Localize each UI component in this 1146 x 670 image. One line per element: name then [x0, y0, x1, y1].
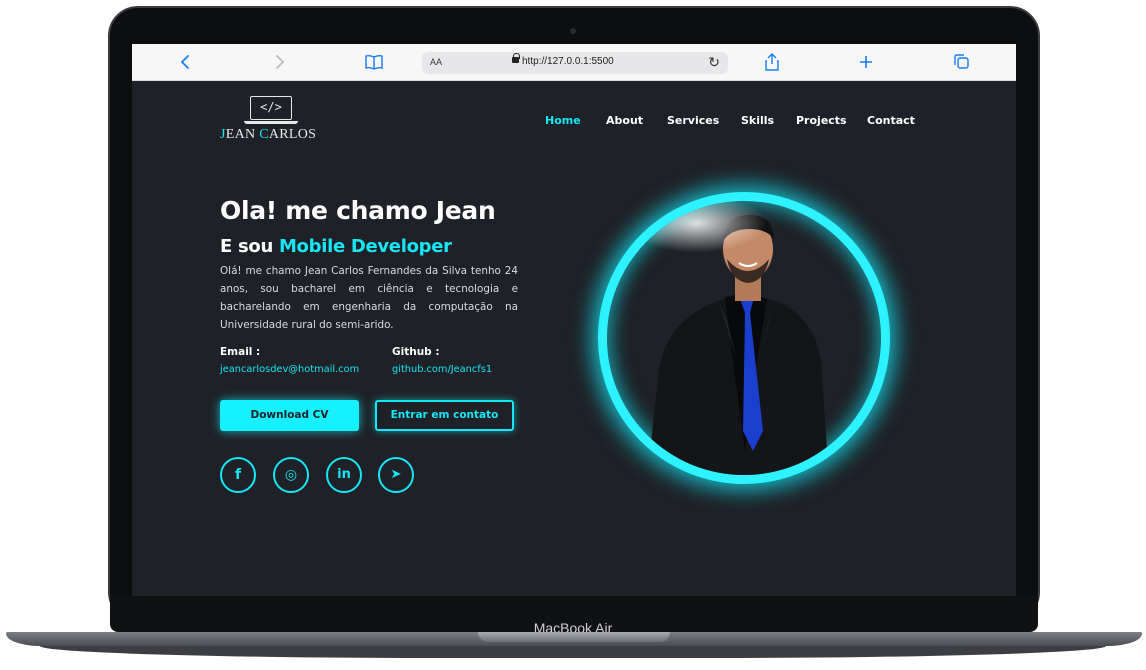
share-icon[interactable]	[760, 52, 784, 72]
nav-about[interactable]: About	[606, 114, 643, 127]
bookmarks-icon[interactable]	[362, 52, 386, 72]
hero-title: Ola! me chamo Jean	[220, 196, 496, 225]
tabs-overview-icon[interactable]	[949, 52, 973, 72]
code-icon: </>	[250, 96, 292, 120]
reload-icon[interactable]: ↻	[708, 54, 720, 71]
email-label: Email :	[220, 346, 261, 358]
laptop-base-shadow	[40, 646, 1106, 658]
nav-skills[interactable]: Skills	[741, 114, 774, 127]
github-value[interactable]: github.com/Jeancfs1	[392, 364, 492, 375]
camera-dot	[570, 28, 576, 34]
browser-toolbar: AA http://127.0.0.1:5500 ↻	[132, 44, 1016, 81]
person-illustration	[647, 215, 829, 475]
download-cv-button[interactable]: Download CV	[220, 400, 359, 431]
nav-contact[interactable]: Contact	[867, 114, 915, 127]
linkedin-icon[interactable]: in	[326, 457, 362, 493]
logo-name: JEAN CARLOS	[220, 127, 317, 142]
telegram-icon[interactable]: ➤	[378, 457, 414, 493]
instagram-icon[interactable]: ◎	[273, 457, 309, 493]
hero-description: Olá! me chamo Jean Carlos Fernandes da S…	[220, 265, 518, 331]
facebook-icon[interactable]: f	[220, 457, 256, 493]
nav-services[interactable]: Services	[667, 114, 719, 127]
address-bar[interactable]: AA http://127.0.0.1:5500 ↻	[422, 52, 728, 74]
forward-icon[interactable]	[267, 52, 291, 72]
url-text[interactable]: http://127.0.0.1:5500	[522, 56, 614, 67]
browser-screen: AA http://127.0.0.1:5500 ↻ </> JEAN CARL…	[132, 44, 1016, 596]
back-icon[interactable]	[174, 52, 198, 72]
lock-icon	[512, 53, 520, 63]
profile-photo	[598, 192, 890, 484]
contact-button[interactable]: Entrar em contato	[375, 400, 514, 431]
hero-role: Mobile Developer	[278, 236, 452, 257]
hero-subtitle: E sou Mobile Developer	[220, 236, 452, 257]
laptop-base-icon	[244, 121, 298, 124]
nav-projects[interactable]: Projects	[796, 114, 847, 127]
laptop-notch	[478, 632, 670, 642]
email-value[interactable]: jeancarlosdev@hotmail.com	[220, 364, 359, 375]
reader-aa-label[interactable]: AA	[430, 57, 442, 67]
nav-home[interactable]: Home	[545, 114, 581, 127]
github-label: Github :	[392, 346, 440, 358]
new-tab-icon[interactable]	[854, 52, 878, 72]
site-logo[interactable]: </> JEAN CARLOS	[220, 96, 326, 150]
